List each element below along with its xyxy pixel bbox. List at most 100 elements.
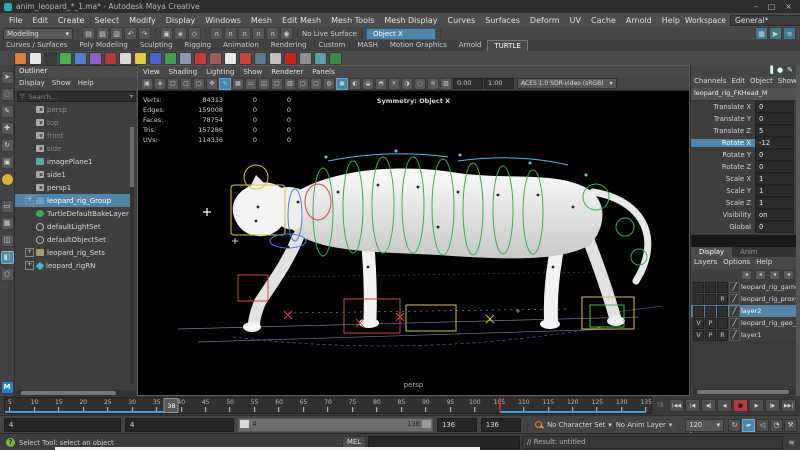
- range-start-handle[interactable]: [240, 420, 249, 428]
- xray-icon[interactable]: ◓: [375, 78, 387, 90]
- lasso-tool-icon[interactable]: ◌: [1, 88, 14, 101]
- playback-loop-icon[interactable]: ↻: [728, 419, 741, 432]
- layer-menu-item[interactable]: Help: [756, 258, 772, 268]
- menu-item[interactable]: Help: [657, 16, 685, 25]
- close-button[interactable]: ×: [785, 2, 792, 11]
- layer-playback-toggle[interactable]: [705, 306, 716, 317]
- outliner-item[interactable]: + front: [15, 129, 134, 142]
- menu-set-select[interactable]: Modeling▾: [3, 28, 73, 40]
- play-forward-icon[interactable]: ▶: [749, 399, 764, 412]
- outliner-title[interactable]: Outliner: [15, 66, 138, 78]
- motion-blur-icon[interactable]: ≋: [427, 78, 439, 90]
- move-tool-icon[interactable]: ✚: [1, 122, 14, 135]
- channel-attribute-row[interactable]: Visibility on: [691, 209, 797, 221]
- viewport-menu-item[interactable]: Lighting: [206, 68, 234, 76]
- outliner-item[interactable]: + imagePlane1: [15, 155, 134, 168]
- outliner-item[interactable]: + side: [15, 142, 134, 155]
- shelf-item-icon[interactable]: [119, 52, 132, 65]
- node-name[interactable]: leopard_rig_FKHead_M: [691, 88, 797, 101]
- pane-search-icon[interactable]: ○: [1, 268, 14, 281]
- layer-visibility-toggle[interactable]: V: [693, 318, 704, 329]
- channel-attribute-row[interactable]: Translate X 0: [691, 101, 797, 113]
- outliner-item[interactable]: + persp: [15, 103, 134, 116]
- 2d-pan-zoom-icon[interactable]: ✥: [206, 78, 218, 90]
- maya-m-icon[interactable]: M: [1, 381, 14, 394]
- use-default-material-icon[interactable]: ◒: [362, 78, 374, 90]
- resolution-gate-icon[interactable]: ◫: [258, 78, 270, 90]
- display-layer-row[interactable]: V P R ╱ layer1: [691, 329, 797, 341]
- viewport-menu-item[interactable]: Renderer: [271, 68, 303, 76]
- mute-sound-icon[interactable]: ◁: [756, 419, 769, 432]
- shelf-item-icon[interactable]: [209, 52, 222, 65]
- new-layer-from-selected-icon[interactable]: ◂: [783, 270, 794, 280]
- shelf-item-icon[interactable]: [224, 52, 237, 65]
- textured-icon[interactable]: ◐: [349, 78, 361, 90]
- show-display-layers-icon[interactable]: ●: [777, 66, 783, 75]
- gamma-field[interactable]: 1.00: [484, 78, 514, 89]
- menu-item[interactable]: UV: [565, 16, 586, 25]
- layer-menu-item[interactable]: Options: [723, 258, 750, 268]
- layer-pencil-icon[interactable]: ╱: [729, 294, 740, 305]
- step-back-key-icon[interactable]: |◀: [685, 399, 700, 412]
- camera-attributes-icon[interactable]: ▢: [167, 78, 179, 90]
- layer-display-type-toggle[interactable]: R: [717, 294, 728, 305]
- shelf-tab[interactable]: Arnold: [453, 40, 488, 51]
- open-scene-icon[interactable]: ▨: [96, 27, 109, 40]
- channel-attribute-row[interactable]: Global 0: [691, 221, 797, 233]
- viewport-menu-item[interactable]: View: [143, 68, 160, 76]
- layer-visibility-toggle[interactable]: V: [693, 330, 704, 341]
- menu-item[interactable]: Curves: [442, 16, 480, 25]
- layer-tab[interactable]: Anim: [732, 247, 765, 257]
- move-layer-up-icon[interactable]: ◂: [741, 270, 752, 280]
- playback-end-field[interactable]: 136: [437, 418, 477, 432]
- layer-menu-item[interactable]: Layers: [694, 258, 717, 268]
- filter-icon[interactable]: ▽: [18, 93, 27, 100]
- shelf-tab[interactable]: Custom: [313, 40, 352, 51]
- layer-playback-toggle[interactable]: [705, 294, 716, 305]
- shelf-item-icon[interactable]: [74, 52, 87, 65]
- grease-pencil-icon[interactable]: ✎: [219, 78, 231, 90]
- shelf-item-icon[interactable]: [134, 52, 147, 65]
- menu-item[interactable]: Arnold: [621, 16, 657, 25]
- shelf-item-icon[interactable]: [239, 52, 252, 65]
- menu-item[interactable]: Display: [161, 16, 201, 25]
- selection-input[interactable]: Object X: [366, 28, 436, 40]
- shelf-tab[interactable]: Sculpting: [134, 40, 179, 51]
- snap-grid-icon[interactable]: ∩: [210, 27, 223, 40]
- outliner-menu-item[interactable]: Help: [78, 79, 94, 89]
- layout-two-pane-icon[interactable]: ◫: [1, 234, 14, 247]
- display-layer-row[interactable]: R ╱ leopard_rig_proxy_geo: [691, 293, 797, 305]
- channel-attribute-row[interactable]: Rotate Y 0: [691, 149, 797, 161]
- range-end-handle[interactable]: [422, 420, 431, 428]
- shelf-tab[interactable]: Rendering: [265, 40, 313, 51]
- select-tool-icon[interactable]: ➤: [1, 71, 14, 84]
- shelf-item-icon[interactable]: [194, 52, 207, 65]
- outliner-item[interactable]: + leopard_rigRN: [15, 259, 134, 272]
- outliner-item[interactable]: + TurtleDefaultBakeLayer: [15, 207, 134, 220]
- channel-box-menu-item[interactable]: Show: [778, 77, 797, 87]
- anti-aliasing-icon[interactable]: ▧: [440, 78, 452, 90]
- menu-item[interactable]: Select: [89, 16, 124, 25]
- viewport-menu-item[interactable]: Show: [243, 68, 262, 76]
- outliner-item[interactable]: + top: [15, 116, 134, 129]
- animation-end-field[interactable]: 136: [481, 418, 521, 432]
- step-forward-frame-icon[interactable]: |▶: [765, 399, 780, 412]
- save-scene-icon[interactable]: ▥: [110, 27, 123, 40]
- menu-item[interactable]: File: [4, 16, 27, 25]
- layer-pencil-icon[interactable]: ╱: [729, 306, 740, 317]
- channel-attribute-row[interactable]: Rotate Z 0: [691, 161, 797, 173]
- shelf-item-icon[interactable]: [149, 52, 162, 65]
- layer-hscrollbar[interactable]: [693, 389, 795, 395]
- channel-attribute-row[interactable]: Scale X 1: [691, 173, 797, 185]
- select-component-icon[interactable]: ◇: [188, 27, 201, 40]
- screen-space-ao-icon[interactable]: ◌: [414, 78, 426, 90]
- channel-attribute-row[interactable]: Scale Z 1: [691, 197, 797, 209]
- layer-visibility-toggle[interactable]: [693, 282, 704, 293]
- shelf-tab[interactable]: Rigging: [179, 40, 218, 51]
- set-key-icon[interactable]: [534, 420, 543, 430]
- character-set-select[interactable]: No Character Set▾: [547, 421, 612, 429]
- shelf-tab[interactable]: MASH: [351, 40, 384, 51]
- shelf-item-icon[interactable]: [104, 52, 117, 65]
- layer-display-type-toggle[interactable]: [717, 306, 728, 317]
- layer-visibility-toggle[interactable]: [693, 294, 704, 305]
